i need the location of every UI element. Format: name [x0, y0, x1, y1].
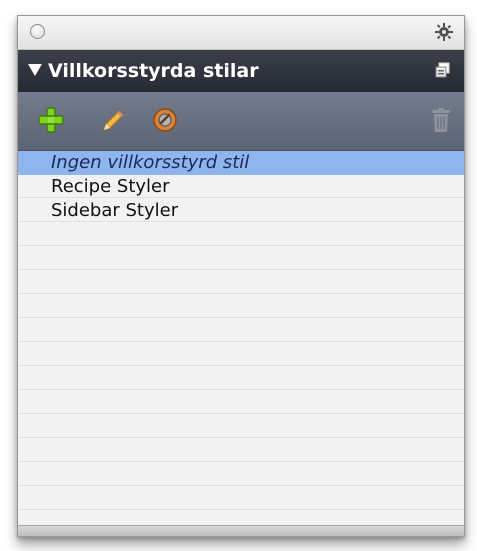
trash-icon — [432, 108, 450, 132]
pencil-icon — [103, 110, 124, 131]
close-button[interactable] — [30, 24, 45, 39]
panel-title: Villkorsstyrda stilar — [48, 60, 259, 82]
list-item[interactable]: Sidebar Styler — [18, 199, 464, 223]
panel-header[interactable]: Villkorsstyrda stilar — [18, 50, 464, 92]
list-item[interactable]: Recipe Styler — [18, 175, 464, 199]
delete-style-button[interactable] — [426, 105, 456, 135]
collapse-triangle-icon[interactable] — [28, 64, 42, 76]
edit-style-button[interactable] — [98, 105, 128, 135]
new-style-button[interactable] — [36, 105, 66, 135]
panel-menu-icon[interactable] — [434, 61, 452, 79]
conditional-styles-panel: Villkorsstyrda stilar Ingen villkorsstyr… — [17, 15, 465, 537]
style-list[interactable]: Ingen villkorsstyrd stil Recipe Styler S… — [18, 151, 464, 526]
list-item[interactable]: Ingen villkorsstyrd stil — [18, 151, 464, 175]
panel-bottom-strip — [18, 525, 464, 536]
gear-icon[interactable] — [434, 22, 454, 42]
link-icon — [153, 108, 177, 132]
window-top-strip — [18, 16, 464, 50]
plus-icon — [38, 107, 64, 133]
link-style-button[interactable] — [150, 105, 180, 135]
panel-toolbar — [18, 92, 464, 151]
